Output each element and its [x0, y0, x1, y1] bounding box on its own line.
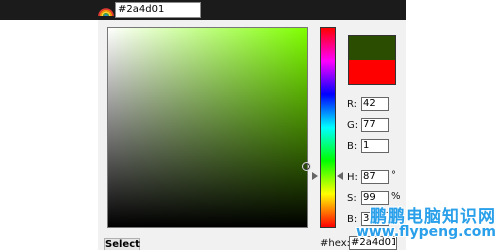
new-color-swatch	[348, 35, 396, 60]
r-label: R:	[347, 99, 358, 110]
old-color-swatch[interactable]	[348, 60, 396, 85]
b-label: B:	[347, 141, 358, 152]
hex-label: #hex:	[320, 238, 350, 249]
r-input[interactable]	[361, 97, 389, 111]
s-input[interactable]	[361, 191, 389, 205]
sv-cursor-handle[interactable]	[302, 162, 311, 171]
rainbow-icon[interactable]	[98, 2, 114, 18]
h-label: H:	[347, 172, 358, 183]
color-value-input[interactable]	[115, 2, 201, 18]
g-label: G:	[347, 120, 359, 131]
top-toolbar	[0, 0, 406, 20]
hex-input[interactable]	[349, 236, 397, 250]
b-input[interactable]	[361, 139, 389, 153]
g-input[interactable]	[361, 118, 389, 132]
v-input[interactable]	[361, 212, 389, 226]
hue-slider[interactable]	[320, 27, 336, 228]
h-input[interactable]	[361, 170, 389, 184]
s-unit: %	[391, 191, 401, 202]
h-unit: °	[391, 170, 396, 181]
saturation-brightness-field[interactable]	[107, 27, 308, 228]
v-label: B:	[347, 214, 358, 225]
hue-arrow-right-icon[interactable]	[337, 172, 343, 180]
s-label: S:	[347, 193, 357, 204]
select-button[interactable]: Select	[104, 238, 140, 250]
hue-arrow-left-icon[interactable]	[312, 172, 318, 180]
